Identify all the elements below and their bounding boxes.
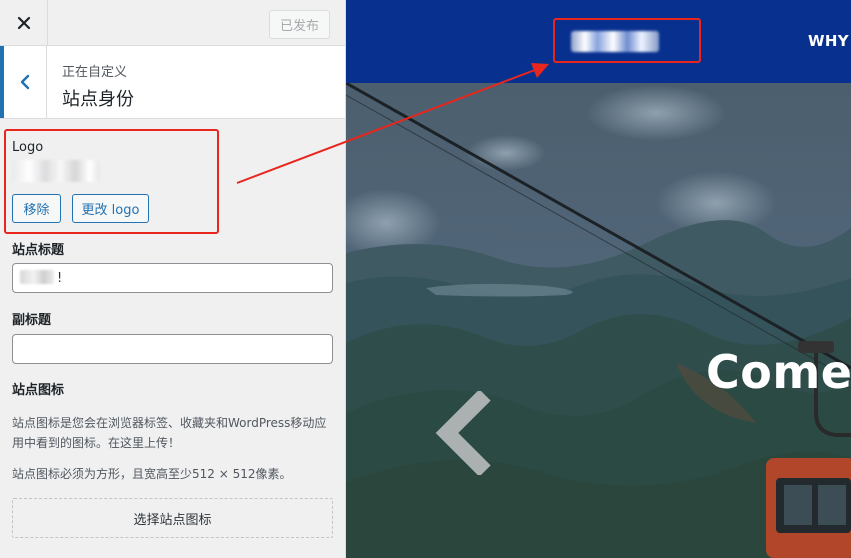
customizer-header: 已发布 — [0, 0, 345, 46]
close-icon — [17, 16, 30, 29]
site-icon-label: 站点图标 — [12, 383, 65, 398]
breadcrumb: 正在自定义 — [62, 65, 128, 80]
change-logo-button[interactable]: 更改 logo — [72, 194, 149, 223]
back-button[interactable] — [0, 46, 47, 118]
logo-label: Logo — [12, 140, 44, 155]
publish-button[interactable]: 已发布 — [269, 10, 330, 39]
select-site-icon-button[interactable]: 选择站点图标 — [12, 498, 333, 538]
close-customizer-button[interactable] — [0, 0, 48, 45]
section-header: 正在自定义 站点身份 — [0, 46, 345, 119]
section-title: 站点身份 — [62, 89, 134, 110]
site-icon-size-note: 站点图标必须为方形，且宽高至少512 × 512像素。 — [12, 467, 292, 481]
chevron-left-icon — [20, 74, 30, 90]
customizer-sidebar: 已发布 正在自定义 站点身份 Logo 移除 更改 logo 站点标题 副标题 … — [0, 0, 346, 558]
nav-item-why[interactable]: WHY — [808, 32, 849, 50]
site-title-input[interactable] — [12, 263, 333, 293]
chevron-left-icon[interactable] — [435, 391, 495, 475]
site-preview: WHY Come — [346, 0, 851, 558]
hero-slider: Come — [346, 83, 851, 558]
site-icon-description: 站点图标是您会在浏览器标签、收藏夹和WordPress移动应用中看到的图标。在这… — [12, 416, 327, 450]
hero-background-image — [346, 83, 851, 558]
tagline-label: 副标题 — [12, 313, 52, 328]
hero-title: Come — [706, 345, 851, 399]
remove-logo-button[interactable]: 移除 — [12, 194, 61, 223]
logo-preview-image — [12, 160, 100, 182]
tagline-input[interactable] — [12, 334, 333, 364]
site-title-label: 站点标题 — [12, 243, 65, 258]
site-title-redaction — [20, 270, 54, 284]
site-header: WHY — [346, 0, 851, 83]
site-logo[interactable] — [571, 31, 659, 52]
